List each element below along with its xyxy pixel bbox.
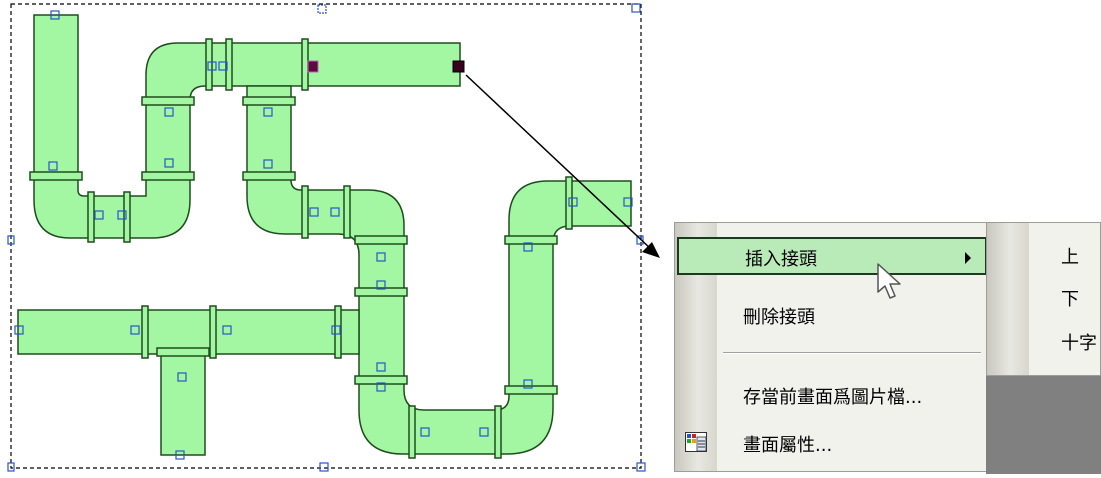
pipe-t-bottom[interactable] [17, 309, 360, 456]
menu-item-delete-joint-label: 刪除接頭 [743, 307, 815, 328]
callout-arrowhead [642, 242, 660, 258]
menu-item-properties-label: 畫面屬性... [743, 435, 833, 456]
menu-item-save-image-label: 存當前畫面爲圖片檔... [743, 387, 923, 408]
menu-item-save-image[interactable]: 存當前畫面爲圖片檔... [675, 375, 987, 413]
submenu-insert-joint: 上 下 十字 [986, 222, 1101, 376]
background-window-area [986, 376, 1101, 474]
submenu-item-up[interactable]: 上 [987, 223, 1100, 268]
submenu-item-down[interactable]: 下 [987, 265, 1100, 310]
menu-item-delete-joint[interactable]: 刪除接頭 [675, 295, 987, 333]
pipe-s-middle[interactable] [246, 85, 632, 455]
context-menu: 插入接頭 刪除接頭 存當前畫面爲圖片檔... 畫面屬性... [674, 222, 988, 472]
submenu-arrow-icon [965, 252, 971, 264]
menu-item-insert-joint-label: 插入接頭 [745, 249, 817, 270]
pipe-joints [29, 38, 573, 459]
selected-handle-mid[interactable] [307, 60, 319, 73]
menu-item-properties[interactable]: 畫面屬性... [675, 423, 987, 461]
pipe-canvas[interactable] [0, 0, 660, 474]
menu-item-insert-joint[interactable]: 插入接頭 [677, 237, 987, 275]
submenu-item-down-label: 下 [1061, 289, 1079, 310]
mouse-cursor-icon [877, 263, 901, 299]
submenu-item-cross[interactable]: 十字 [987, 309, 1100, 354]
properties-icon [685, 432, 707, 452]
selected-handle-end[interactable] [452, 60, 465, 73]
menu-separator [723, 352, 981, 354]
pipe-diagram[interactable] [0, 0, 660, 474]
submenu-item-cross-label: 十字 [1061, 333, 1097, 354]
